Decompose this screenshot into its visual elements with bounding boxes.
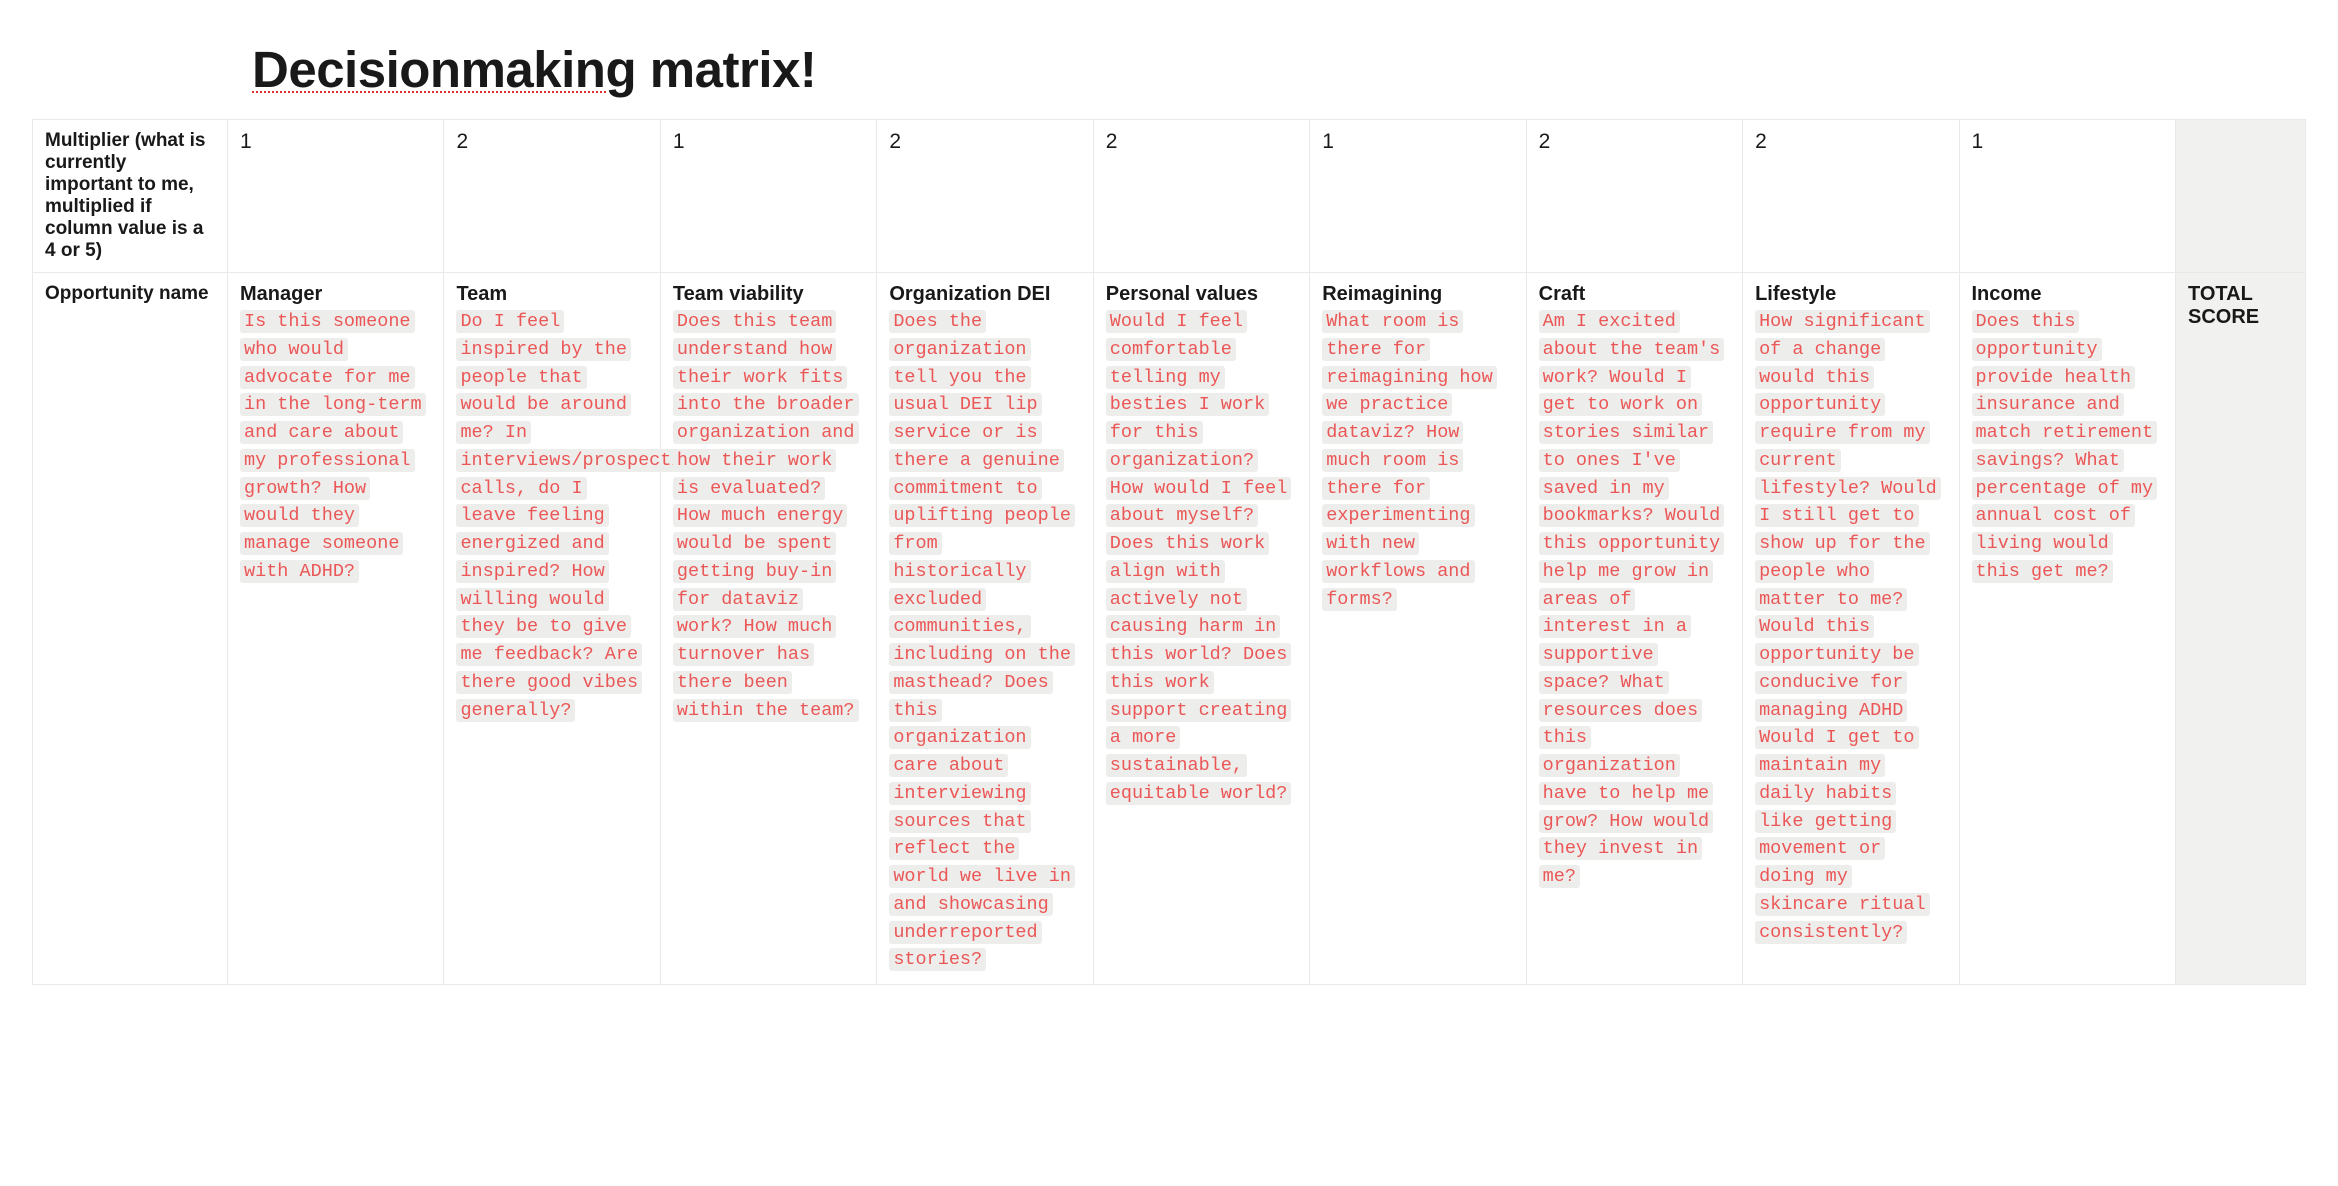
multiplier-cell[interactable]: 2 [877,120,1093,273]
criteria-desc: Would I feel comfortable telling my best… [1106,310,1292,805]
document-page: Decisionmaking matrix! Multiplier (what … [0,0,2338,1025]
multiplier-cell[interactable]: 2 [1526,120,1742,273]
criteria-cell[interactable]: Lifestyle How significant of a change wo… [1743,273,1959,985]
criteria-cell[interactable]: Organization DEI Does the organization t… [877,273,1093,985]
criteria-desc: Does this opportunity provide health ins… [1972,310,2158,583]
multiplier-row: Multiplier (what is currently important … [33,120,2306,273]
criteria-name: Income [1972,283,2164,306]
criteria-desc: Is this someone who would advocate for m… [240,310,426,583]
criteria-row: Opportunity name Manager Is this someone… [33,273,2306,985]
criteria-name: Personal values [1106,283,1297,306]
total-score-cell[interactable]: TOTAL SCORE [2176,273,2306,985]
criteria-name: Lifestyle [1755,283,1946,306]
criteria-name: Organization DEI [889,283,1080,306]
multiplier-cell[interactable]: 1 [1959,120,2176,273]
criteria-cell[interactable]: Team viability Does this team understand… [660,273,876,985]
multiplier-cell[interactable]: 1 [660,120,876,273]
multiplier-cell[interactable]: 2 [1093,120,1309,273]
multiplier-cell[interactable]: 1 [1310,120,1526,273]
opportunity-label-cell[interactable]: Opportunity name [33,273,228,985]
title-word-misspelled: Decisionmaking [252,41,636,98]
title-word-rest: matrix! [636,41,816,98]
criteria-desc: Am I excited about the team's work? Woul… [1539,310,1725,888]
multiplier-cell[interactable]: 2 [444,120,660,273]
multiplier-cell[interactable]: 2 [1743,120,1959,273]
multiplier-label-cell[interactable]: Multiplier (what is currently important … [33,120,228,273]
criteria-name: Craft [1539,283,1730,306]
criteria-name: Manager [240,283,431,306]
criteria-cell[interactable]: Craft Am I excited about the team's work… [1526,273,1742,985]
criteria-cell[interactable]: Personal values Would I feel comfortable… [1093,273,1309,985]
criteria-cell[interactable]: Team Do I feel inspired by the people th… [444,273,660,985]
criteria-cell[interactable]: Reimagining What room is there for reima… [1310,273,1526,985]
criteria-name: Team viability [673,283,864,306]
criteria-name: Reimagining [1322,283,1513,306]
criteria-desc: How significant of a change would this o… [1755,310,1941,944]
decision-matrix-table[interactable]: Multiplier (what is currently important … [32,119,2306,985]
criteria-cell[interactable]: Manager Is this someone who would advoca… [228,273,444,985]
criteria-desc: Does this team understand how their work… [673,310,859,722]
total-score-label: TOTAL SCORE [2188,283,2293,329]
criteria-name: Team [456,283,647,306]
criteria-desc: Does the organization tell you the usual… [889,310,1075,971]
criteria-desc: What room is there for reimagining how w… [1322,310,1497,611]
criteria-cell[interactable]: Income Does this opportunity provide hea… [1959,273,2176,985]
multiplier-total-cell[interactable] [2176,120,2306,273]
multiplier-cell[interactable]: 1 [228,120,444,273]
page-title[interactable]: Decisionmaking matrix! [252,40,2306,99]
